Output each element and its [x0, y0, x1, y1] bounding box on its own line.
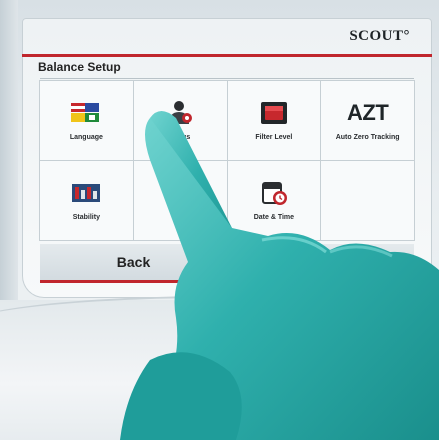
page-title: Balance Setup	[38, 60, 121, 74]
menu-tile-date-time[interactable]: Date & Time	[227, 161, 322, 241]
screen-header: SCOUT°	[22, 18, 432, 57]
filter-level-icon	[257, 100, 291, 126]
obscured-icon	[163, 180, 197, 206]
tile-label: ...ings	[170, 134, 191, 141]
menu-tile-auto-zero-tracking[interactable]: AZT Auto Zero Tracking	[321, 81, 415, 161]
balance-touchscreen: SCOUT° Balance Setup Language ...ings Fi…	[22, 18, 432, 298]
product-photo: SCOUT° Balance Setup Language ...ings Fi…	[0, 0, 439, 440]
menu-tile-language[interactable]: Language	[40, 81, 134, 161]
tile-label: Filter Level	[255, 134, 293, 141]
menu-tile-empty	[321, 161, 415, 241]
tile-label: Stability	[72, 214, 100, 221]
tile-label: Date & Time	[253, 214, 295, 221]
exit-button[interactable]: ...t	[227, 244, 414, 280]
tile-label: Auto Zero Tracking	[335, 134, 400, 141]
bottom-button-bar: Back ...t	[40, 244, 414, 283]
back-button[interactable]: Back	[40, 244, 227, 280]
tile-label: Language	[69, 134, 103, 141]
stability-icon	[69, 180, 103, 206]
menu-tile-obscured[interactable]: A...	[133, 161, 228, 241]
housing-edge	[0, 296, 439, 358]
user-settings-icon	[163, 100, 197, 126]
menu-tile-user-settings[interactable]: ...ings	[133, 81, 228, 161]
azt-icon-text: AZT	[347, 100, 389, 125]
title-divider	[40, 78, 414, 79]
tile-label: A...	[174, 214, 186, 221]
calendar-clock-icon	[257, 180, 291, 206]
language-flags-icon	[69, 100, 103, 126]
menu-tile-stability[interactable]: Stability	[40, 161, 134, 241]
setup-menu-grid: Language ...ings Filter Level AZT Auto Z…	[39, 80, 415, 241]
menu-tile-filter-level[interactable]: Filter Level	[227, 81, 322, 161]
azt-icon: AZT	[347, 100, 389, 126]
brand-logo: SCOUT°	[349, 28, 410, 44]
